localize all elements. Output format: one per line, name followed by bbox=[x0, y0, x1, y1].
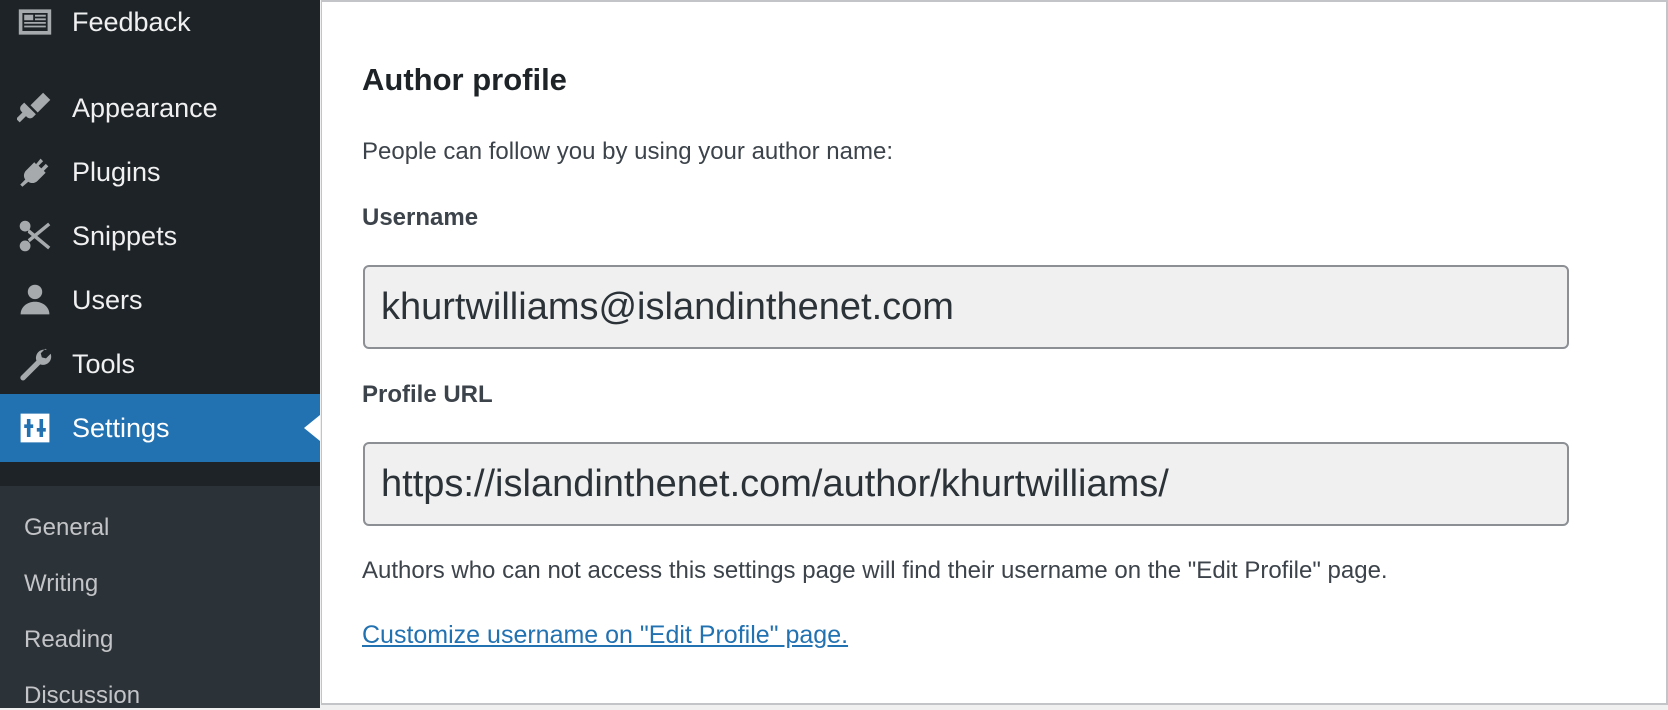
scissors-icon bbox=[17, 218, 53, 254]
author-profile-panel: Author profile People can follow you by … bbox=[321, 0, 1668, 705]
submenu-item-writing[interactable]: Writing bbox=[24, 570, 98, 598]
admin-sidebar: Feedback Appearance Plugins Snippets Use… bbox=[0, 0, 320, 710]
submenu-item-general[interactable]: General bbox=[24, 514, 109, 542]
menu-label-appearance: Appearance bbox=[72, 92, 218, 123]
feedback-icon bbox=[17, 4, 53, 40]
username-field[interactable] bbox=[363, 265, 1569, 349]
username-label: Username bbox=[362, 204, 479, 231]
profile-url-field[interactable] bbox=[363, 442, 1569, 526]
submenu-item-discussion[interactable]: Discussion bbox=[24, 682, 140, 710]
intro-text: People can follow you by using your auth… bbox=[362, 138, 893, 165]
menu-label-users: Users bbox=[72, 284, 143, 315]
menu-label-settings: Settings bbox=[72, 412, 170, 443]
panel-title: Author profile bbox=[362, 62, 567, 97]
edit-profile-note: Authors who can not access this settings… bbox=[362, 557, 1388, 584]
submenu-item-reading[interactable]: Reading bbox=[24, 626, 113, 654]
menu-item-appearance[interactable]: Appearance bbox=[0, 74, 320, 142]
menu-item-snippets[interactable]: Snippets bbox=[0, 202, 320, 270]
wrench-icon bbox=[17, 346, 53, 382]
menu-label-plugins: Plugins bbox=[72, 156, 161, 187]
plug-icon bbox=[17, 154, 53, 190]
customize-username-link[interactable]: Customize username on "Edit Profile" pag… bbox=[362, 621, 848, 650]
menu-item-plugins[interactable]: Plugins bbox=[0, 138, 320, 206]
settings-sliders-icon bbox=[17, 410, 53, 446]
menu-item-feedback[interactable]: Feedback bbox=[0, 0, 320, 56]
menu-label-feedback: Feedback bbox=[72, 6, 191, 37]
menu-label-snippets: Snippets bbox=[72, 220, 178, 251]
paintbrush-icon bbox=[17, 90, 53, 126]
settings-submenu: General Writing Reading Discussion bbox=[0, 486, 320, 710]
user-icon bbox=[17, 282, 53, 318]
profile-url-label: Profile URL bbox=[362, 381, 493, 408]
menu-item-settings[interactable]: Settings bbox=[0, 394, 320, 462]
menu-label-tools: Tools bbox=[72, 348, 136, 379]
menu-item-users[interactable]: Users bbox=[0, 266, 320, 334]
menu-item-tools[interactable]: Tools bbox=[0, 330, 320, 398]
